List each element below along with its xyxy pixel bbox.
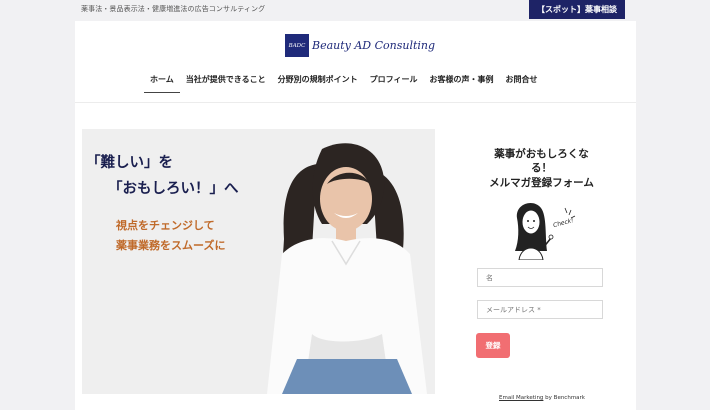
signup-title-line-3: メルマガ登録フォーム: [489, 177, 594, 189]
nav-item-regulations[interactable]: 分野別の規制ポイント: [272, 73, 364, 93]
signup-title-line-2: る！: [531, 162, 552, 174]
top-bar: 薬事法・景品表示法・健康増進法の広告コンサルティング 【スポット】薬事相談: [0, 0, 710, 19]
header-divider: [75, 102, 636, 103]
email-marketing-link[interactable]: Email Marketing: [499, 395, 543, 401]
name-input[interactable]: [477, 268, 603, 287]
nav-item-profile[interactable]: プロフィール: [364, 73, 424, 93]
hero-subline-2: 薬事業務をスムーズに: [116, 239, 226, 252]
credit-suffix: by Benchmark: [543, 395, 585, 401]
register-button[interactable]: 登録: [476, 333, 510, 358]
email-input[interactable]: [477, 300, 603, 319]
check-speech-text: Check!: [552, 217, 574, 229]
logo-text: Beauty AD Consulting: [312, 39, 436, 52]
spot-consultation-button[interactable]: 【スポット】薬事相談: [529, 0, 625, 19]
site-tagline: 薬事法・景品表示法・健康増進法の広告コンサルティング: [81, 5, 266, 13]
signup-title-line-1: 薬事がおもしろくな: [494, 148, 589, 160]
hero-banner: 「難しい」を 「おもしろい！」へ 視点をチェンジして 薬事業務をスムーズに: [82, 129, 435, 394]
logo-mark: BADC: [285, 34, 309, 57]
page-container: BADC Beauty AD Consulting ホーム 当社が提供できること…: [75, 21, 636, 410]
character-illustration: Check!: [515, 203, 576, 260]
nav-item-contact[interactable]: お問合せ: [499, 73, 543, 93]
nav-item-testimonials[interactable]: お客様の声・事例: [423, 73, 499, 93]
email-marketing-credit: Email Marketing by Benchmark: [499, 395, 585, 401]
hero-headline-1: 「難しい」を: [86, 154, 173, 171]
hero-headline-2: 「おもしろい！」へ: [108, 180, 239, 197]
main-nav: ホーム 当社が提供できること 分野別の規制ポイント プロフィール お客様の声・事…: [144, 73, 543, 93]
hero-subline-1: 視点をチェンジして: [116, 219, 215, 232]
nav-item-home[interactable]: ホーム: [144, 73, 180, 93]
hero-photo: [212, 129, 435, 394]
site-logo[interactable]: BADC Beauty AD Consulting: [285, 34, 435, 57]
nav-item-services[interactable]: 当社が提供できること: [180, 73, 272, 93]
